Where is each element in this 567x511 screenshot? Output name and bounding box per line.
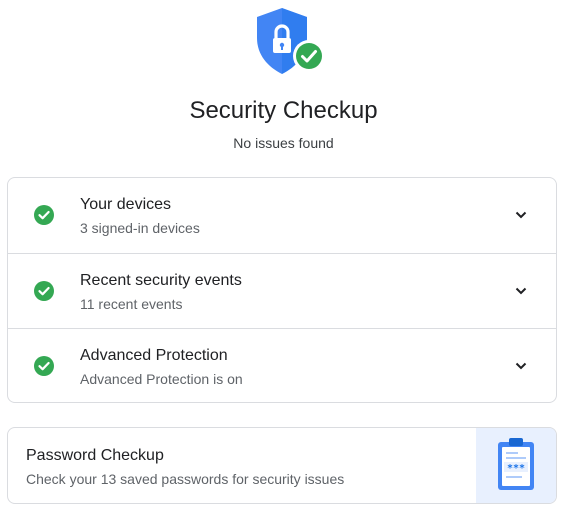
check-detail: 11 recent events	[80, 296, 183, 312]
check-label: Your devices	[80, 196, 172, 213]
check-row-advanced-protection[interactable]: Advanced Protection Advanced Protection …	[8, 328, 556, 402]
check-label: Recent security events	[80, 272, 242, 289]
check-detail: Advanced Protection is on	[80, 371, 243, 387]
chevron-down-icon[interactable]	[514, 208, 528, 222]
masked-password-text: ***	[507, 463, 525, 474]
chevron-down-icon[interactable]	[514, 359, 528, 373]
check-detail: 3 signed-in devices	[80, 220, 200, 236]
status-subtitle: No issues found	[233, 135, 334, 151]
check-label: Advanced Protection	[80, 347, 228, 364]
check-circle-icon	[34, 356, 54, 376]
check-circle-icon	[34, 281, 54, 301]
check-row-devices[interactable]: Your devices 3 signed-in devices	[8, 178, 556, 253]
security-checks-card: Your devices 3 signed-in devices Recent …	[7, 177, 557, 403]
password-checkup-illustration: ***	[476, 428, 556, 503]
check-row-security-events[interactable]: Recent security events 11 recent events	[8, 253, 556, 328]
password-checkup-detail: Check your 13 saved passwords for securi…	[26, 471, 345, 487]
password-checkup-card[interactable]: Password Checkup Check your 13 saved pas…	[7, 427, 557, 504]
shield-lock-check-icon	[257, 8, 325, 74]
page-title: Security Checkup	[189, 97, 378, 124]
chevron-down-icon[interactable]	[514, 284, 528, 298]
password-checkup-title: Password Checkup	[26, 447, 164, 464]
password-clipboard-icon: ***	[498, 438, 534, 490]
check-circle-icon	[34, 205, 54, 225]
